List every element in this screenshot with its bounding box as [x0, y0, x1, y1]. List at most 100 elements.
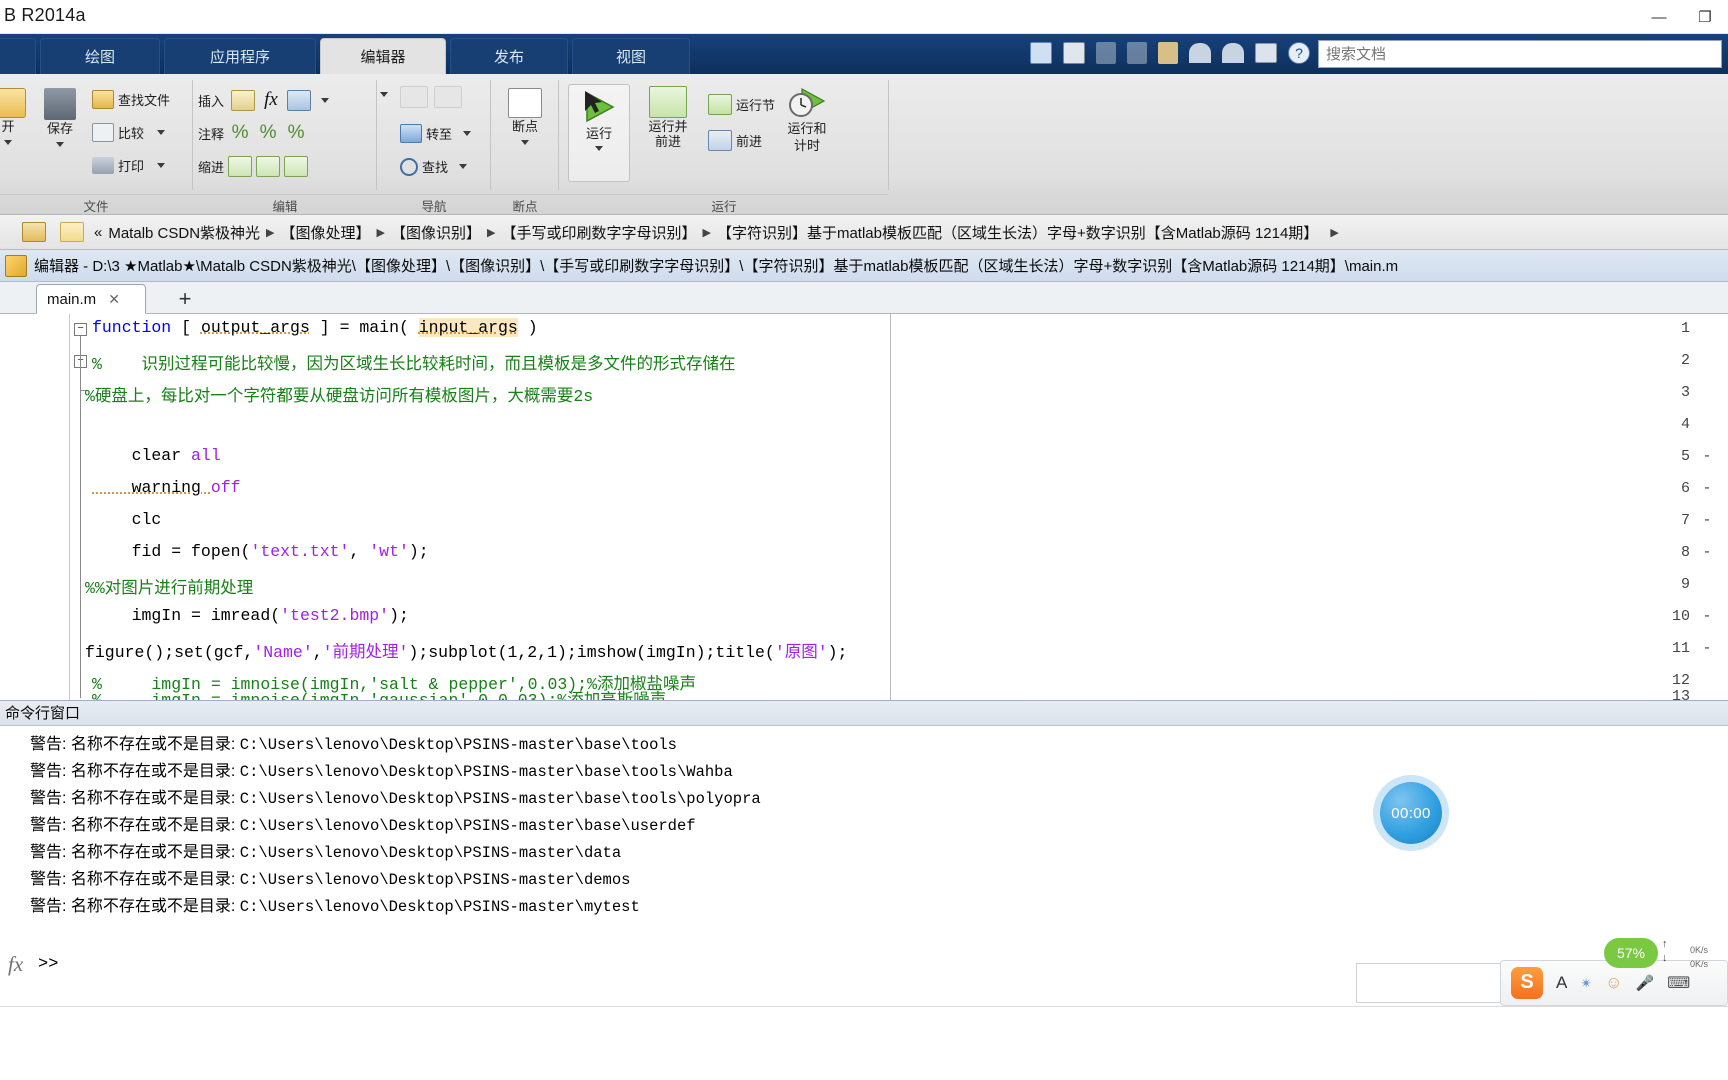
undo-icon[interactable] [1189, 43, 1211, 63]
executable-marker[interactable]: - [1702, 640, 1712, 657]
layout-icon[interactable] [1255, 43, 1277, 63]
comment-button[interactable]: 注释 % % % [198, 123, 308, 144]
battery-badge[interactable]: 57% [1604, 938, 1658, 968]
executable-marker[interactable]: - [1702, 480, 1712, 497]
ime-emoji-icon[interactable]: ☺ [1605, 973, 1622, 993]
tab-home[interactable] [0, 38, 36, 74]
tab-publish[interactable]: 发布 [450, 38, 568, 74]
indent-left-icon[interactable] [284, 156, 309, 177]
ime-mode-icon[interactable]: A [1556, 973, 1567, 993]
group-divider [376, 80, 377, 190]
compare-button[interactable]: 比较 [92, 123, 166, 142]
fx-icon[interactable]: fx [8, 952, 23, 977]
find-files-button[interactable]: 查找文件 [92, 90, 170, 109]
executable-marker[interactable]: - [1702, 544, 1712, 561]
find-button[interactable]: 查找 [400, 157, 468, 176]
save-icon[interactable] [1063, 42, 1085, 64]
run-and-time-button[interactable]: 运行和 计时 [774, 86, 840, 153]
copy-icon[interactable] [1127, 42, 1147, 64]
breakpoint-icon [508, 88, 542, 118]
redo-icon[interactable] [1222, 43, 1244, 63]
breadcrumb-item-0[interactable]: Matalb CSDN紫极神光 [108, 222, 260, 243]
run-caret-icon[interactable] [595, 145, 603, 151]
nav-back-forward[interactable] [400, 86, 462, 108]
goto-button[interactable]: 转至 [400, 124, 472, 143]
ime-text-input[interactable] [1356, 963, 1506, 1003]
up-folder-icon[interactable] [22, 222, 46, 242]
cut-icon[interactable] [1096, 42, 1116, 64]
goto-caret-icon[interactable] [463, 131, 472, 136]
paste-icon[interactable] [1158, 42, 1178, 64]
advance-button[interactable]: 前进 [708, 130, 762, 151]
floppy-save-icon [44, 88, 76, 120]
new-tab-button[interactable]: + [168, 286, 202, 312]
wrap-comment-icon[interactable]: % [284, 123, 308, 144]
executable-marker[interactable]: - [1702, 608, 1712, 625]
sogou-logo-icon[interactable]: S [1511, 967, 1543, 999]
tab-view[interactable]: 视图 [572, 38, 690, 74]
breadcrumb-item-4[interactable]: 【字符识别】基于matlab模板匹配（区域生长法）字母+数字识别【含Matlab… [717, 222, 1318, 243]
maximize-icon[interactable]: ❐ [1682, 0, 1728, 34]
open-caret-icon[interactable] [4, 139, 12, 145]
tab-editor[interactable]: 编辑器 [320, 38, 446, 74]
command-prompt[interactable]: >> [38, 955, 58, 974]
insert-caret-icon[interactable] [321, 98, 330, 103]
find-caret-icon[interactable] [459, 164, 468, 169]
print-caret-icon[interactable] [157, 163, 166, 168]
line-number: 7 [1680, 512, 1690, 529]
fold-toggle-icon[interactable]: − [74, 323, 87, 336]
save-caret-icon[interactable] [56, 141, 64, 147]
warn-label: 警告: 名称不存在或不是目录: [30, 871, 240, 888]
open-button[interactable]: 开 [0, 88, 34, 145]
indent-label: 缩进 [198, 160, 225, 175]
comment-percent-icon[interactable]: % [228, 123, 252, 144]
breadcrumb-item-1[interactable]: 【图像处理】 [281, 222, 371, 243]
arrow-forward-icon[interactable] [434, 86, 462, 108]
minimize-icon[interactable]: — [1636, 0, 1682, 34]
insert-block-icon[interactable] [231, 90, 256, 111]
executable-marker[interactable]: - [1702, 512, 1712, 529]
uncomment-icon[interactable]: % [256, 123, 280, 144]
breakpoints-button[interactable]: 断点 [498, 88, 552, 145]
ime-keyboard-icon[interactable]: ⌨ [1667, 973, 1690, 993]
code-editor[interactable]: 1 2 3 4 5 6 7 8 9 10 11 12 13 - - - - - … [0, 314, 1728, 700]
command-window-body[interactable]: 警告: 名称不存在或不是目录: C:\Users\lenovo\Desktop\… [0, 726, 1728, 969]
print-button[interactable]: 打印 [92, 156, 166, 175]
run-section-button[interactable]: 运行节 [708, 94, 775, 115]
search-docs-input[interactable] [1319, 41, 1721, 67]
breakpoints-caret-icon[interactable] [521, 139, 529, 145]
help-icon[interactable]: ? [1288, 42, 1310, 64]
line-number: 11 [1671, 640, 1690, 657]
compare-caret-icon[interactable] [157, 130, 166, 135]
breadcrumb-item-2[interactable]: 【图像识别】 [391, 222, 481, 243]
close-icon[interactable]: ✕ [108, 291, 120, 308]
code-seg: , [312, 643, 323, 662]
executable-marker[interactable]: - [1702, 448, 1712, 465]
insert-function-icon[interactable]: fx [259, 90, 283, 111]
run-button[interactable]: 运行 [568, 84, 630, 182]
insert-plot-icon[interactable] [287, 90, 312, 111]
breadcrumb-trailing[interactable]: ▶ [1330, 226, 1338, 239]
ime-sparkle-icon[interactable]: ✴ [1580, 975, 1592, 992]
tab-apps[interactable]: 应用程序 [164, 38, 316, 74]
insert-button[interactable]: 插入 fx [198, 90, 330, 111]
code-line-9: %%对图片进行前期处理 [85, 579, 254, 598]
code-seg: ] = main( [309, 318, 419, 337]
indent-right-icon[interactable] [256, 156, 281, 177]
warn-path: C:\Users\lenovo\Desktop\PSINS-master\bas… [239, 736, 677, 754]
tab-plots[interactable]: 绘图 [40, 38, 160, 74]
file-tab-main-m[interactable]: main.m ✕ [36, 284, 146, 314]
run-and-advance-button[interactable]: 运行并 前进 [634, 86, 702, 149]
ime-mic-icon[interactable]: 🎤 [1635, 974, 1654, 992]
command-output-line: 警告: 名称不存在或不是目录: C:\Users\lenovo\Desktop\… [30, 757, 733, 781]
smart-indent-icon[interactable] [228, 156, 253, 177]
new-script-icon[interactable] [1030, 42, 1052, 64]
line-number: 5 [1680, 448, 1690, 465]
chevron-down-icon[interactable] [380, 92, 388, 97]
save-button[interactable]: 保存 [34, 88, 86, 147]
breadcrumb-item-3[interactable]: 【手写或印刷数字字母识别】 [501, 222, 696, 243]
nav-caret[interactable] [380, 92, 388, 97]
timer-overlay[interactable]: 00:00 [1380, 782, 1442, 844]
arrow-back-icon[interactable] [400, 86, 428, 108]
indent-button[interactable]: 缩进 [198, 156, 309, 177]
